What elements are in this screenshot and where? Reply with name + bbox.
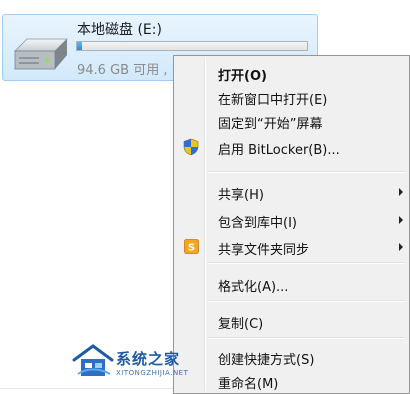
submenu-arrow-icon — [399, 188, 403, 196]
menu-item-label: 固定到“开始”屏幕 — [218, 117, 323, 132]
menu-item-label: 在新窗口中打开(E) — [218, 93, 328, 108]
menu-item-pin-to-start[interactable]: 固定到“开始”屏幕 — [176, 109, 407, 133]
menu-item-label: 启用 BitLocker(B)... — [218, 143, 340, 158]
menu-item-label: 共享(H) — [218, 188, 264, 203]
drive-name: 本地磁盘 (E:) — [77, 22, 162, 38]
submenu-arrow-icon — [399, 243, 403, 251]
menu-item-open-new-window[interactable]: 在新窗口中打开(E) — [176, 85, 407, 109]
drive-usage-fill — [77, 42, 82, 50]
menu-item-include-in-library[interactable]: 包含到库中(I) — [176, 208, 407, 232]
submenu-arrow-icon — [399, 216, 403, 224]
drive-usage-bar — [76, 41, 308, 51]
watermark-subtitle: XITONGZHIJIA.NET — [116, 369, 189, 377]
menu-item-label: 包含到库中(I) — [218, 216, 297, 231]
menu-item-enable-bitlocker[interactable]: 启用 BitLocker(B)... — [176, 135, 407, 159]
sync-app-icon: S — [184, 239, 199, 254]
menu-item-copy[interactable]: 复制(C) — [176, 309, 407, 333]
site-watermark: 系统之家 XITONGZHIJIA.NET — [68, 340, 228, 382]
menu-item-open[interactable]: 打开(O) — [176, 61, 407, 85]
house-logo-icon — [72, 344, 114, 376]
menu-item-share[interactable]: 共享(H) — [176, 180, 407, 204]
menu-item-label: 共享文件夹同步 — [218, 243, 310, 258]
menu-separator — [208, 171, 405, 173]
menu-separator — [208, 300, 405, 302]
drive-free-space: 94.6 GB 可用 , — [77, 63, 168, 78]
menu-separator — [208, 262, 405, 264]
watermark-title: 系统之家 — [116, 350, 181, 368]
menu-item-format[interactable]: 格式化(A)... — [176, 272, 407, 296]
menu-item-label: 格式化(A)... — [218, 280, 289, 295]
menu-item-label: 打开(O) — [218, 69, 267, 84]
uac-shield-icon — [183, 138, 199, 156]
menu-item-label: 创建快捷方式(S) — [218, 353, 315, 368]
menu-item-sync-shared-folder[interactable]: S 共享文件夹同步 — [176, 235, 407, 259]
hard-drive-icon — [14, 38, 68, 70]
svg-text:S: S — [188, 243, 195, 254]
menu-separator — [208, 337, 405, 339]
menu-item-label: 复制(C) — [218, 317, 264, 332]
